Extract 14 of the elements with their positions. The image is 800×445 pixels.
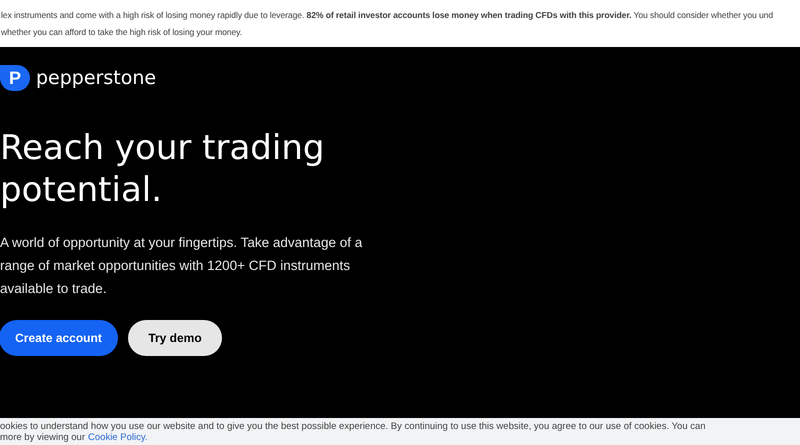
risk-warning-text: whether you can afford to take the high risk of losing your money. (1, 26, 244, 38)
cookie-policy-link[interactable]: Cookie Policy. (88, 432, 148, 442)
hero-heading: potential. (0, 168, 164, 210)
brand-name: pepperstone (36, 66, 156, 91)
create-account-button[interactable]: Create account (0, 320, 118, 356)
logo-icon: P (0, 65, 30, 92)
cookie-notice-text: more by viewing our (0, 432, 86, 442)
risk-warning-text: lex instruments and come with a high risk of losing money rapidly due to leverage. 82% of retail investor accounts lose money when trading CFDs with this provider. You should consider whether you und (1, 8, 774, 22)
hero-description: available to trade. (0, 280, 108, 298)
hero-heading: Reach your trading (0, 126, 326, 168)
cookie-notice-text: ookies to understand how you use our website and to give you the best possible experience. By continuing to use this website, you agree to our use of cookies. You can (0, 420, 707, 432)
try-demo-button[interactable]: Try demo (128, 320, 222, 356)
hero-description: range of market opportunities with 1200+ CFD instruments (0, 256, 352, 275)
hero-description: A world of opportunity at your fingertips. Take advantage of a (0, 234, 364, 252)
